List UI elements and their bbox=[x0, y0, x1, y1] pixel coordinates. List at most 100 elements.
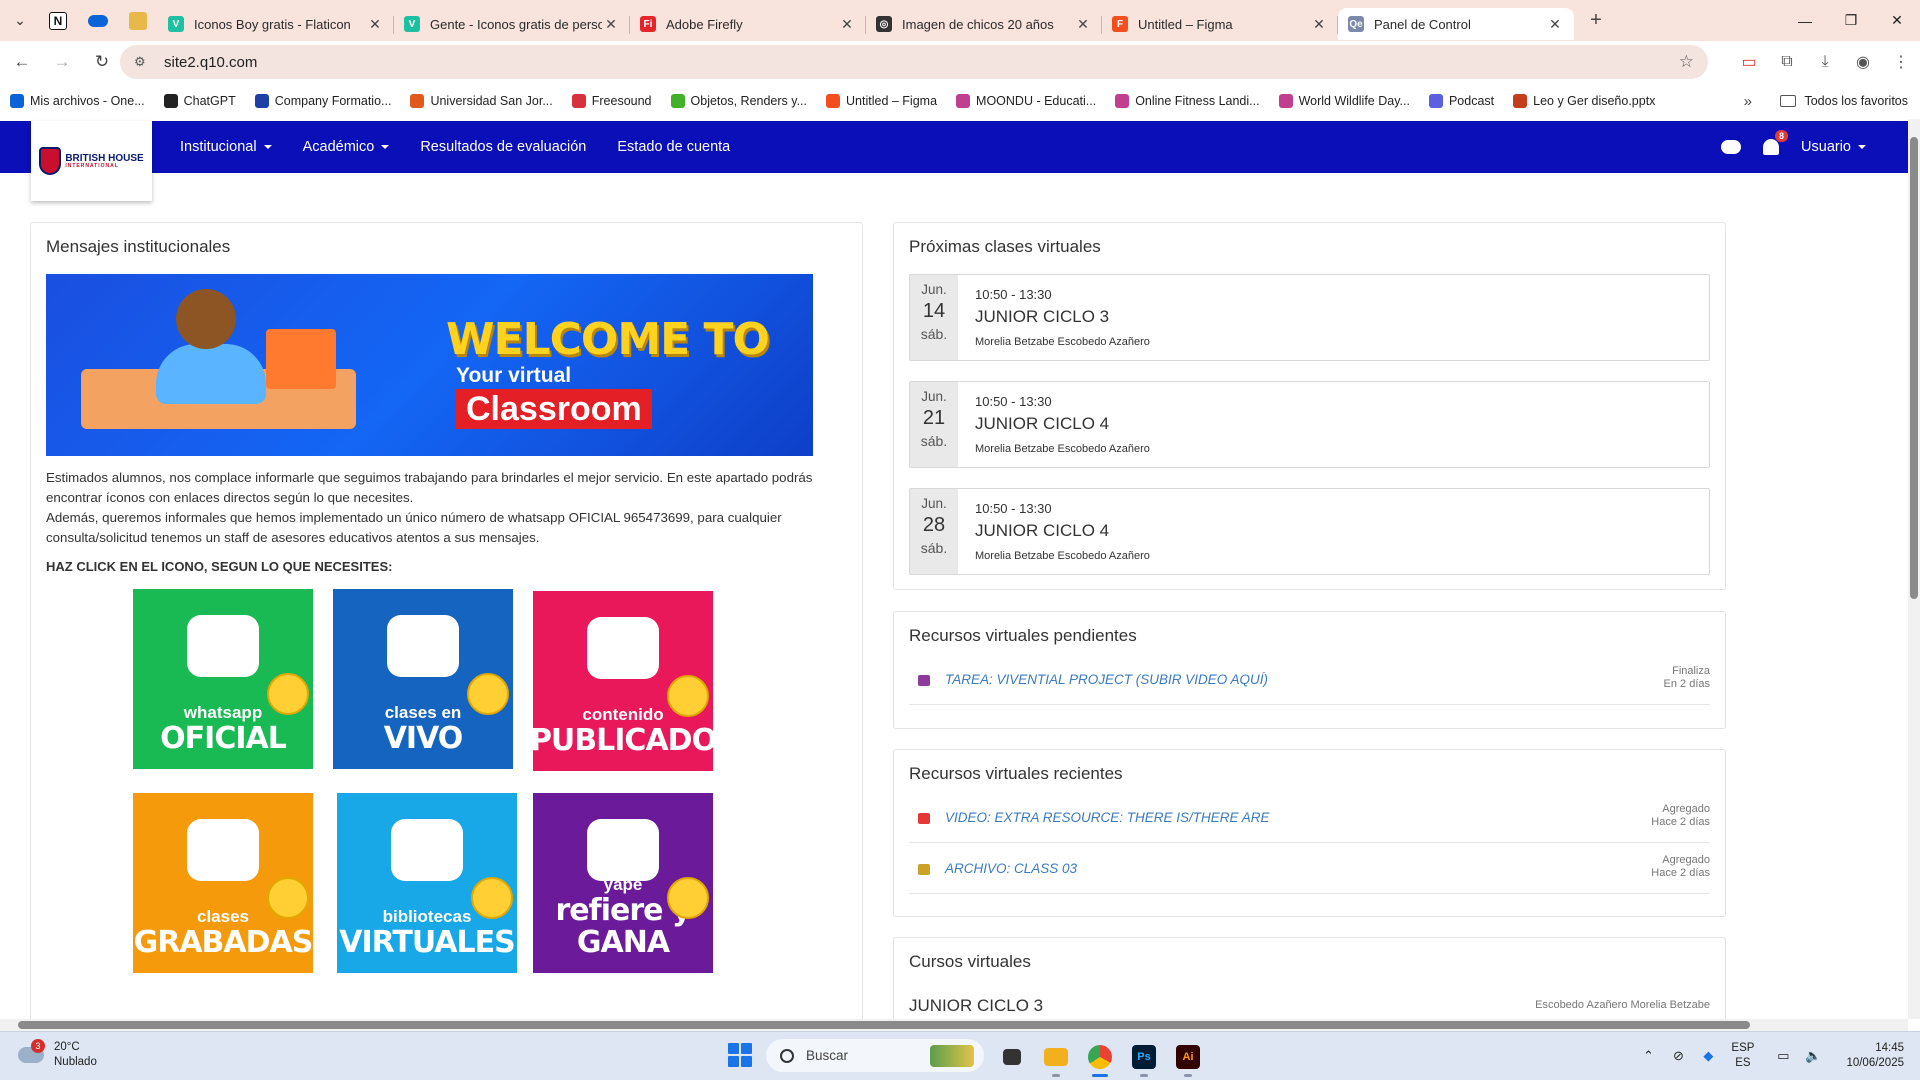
browser-tab[interactable]: ◎ Imagen de chicos 20 años ✕ bbox=[866, 8, 1102, 40]
bookmark-item[interactable]: ChatGPT bbox=[163, 94, 236, 108]
resource-link[interactable]: TAREA: VIVENTIAL PROJECT (SUBIR VIDEO AQ… bbox=[945, 672, 1268, 687]
notifications-button[interactable]: 8 bbox=[1763, 130, 1789, 155]
browser-tab[interactable]: F Untitled – Figma ✕ bbox=[1102, 8, 1338, 40]
resource-link[interactable]: ARCHIVO: CLASS 03 bbox=[945, 861, 1077, 876]
nav-menu-item[interactable]: Académico bbox=[303, 139, 390, 155]
file-explorer-button[interactable] bbox=[1034, 1040, 1078, 1077]
site-info-icon[interactable]: ⚙ bbox=[134, 54, 156, 70]
minimize-button[interactable]: — bbox=[1782, 0, 1828, 41]
forward-button[interactable]: → bbox=[44, 46, 80, 78]
class-card[interactable]: Jun. 14 sáb. 10:50 - 13:30 JUNIOR CICLO 3 Mor… bbox=[909, 274, 1710, 361]
banner-student-illustration bbox=[156, 344, 266, 404]
pinned-tab-photos[interactable] bbox=[118, 5, 158, 37]
shortcut-tile[interactable]: bibliotecas VIRTUALES bbox=[337, 793, 517, 973]
bookmark-item[interactable]: Mis archivos - One... bbox=[10, 94, 145, 108]
shortcut-tile[interactable]: clases en VIVO bbox=[333, 589, 513, 769]
browser-menu-icon[interactable]: ⋮ bbox=[1882, 52, 1920, 72]
bookmark-label: Universidad San Jor... bbox=[430, 94, 553, 108]
vertical-scrollbar[interactable] bbox=[1908, 119, 1920, 1019]
bookmark-favicon bbox=[10, 94, 24, 108]
download-icon[interactable]: ⤓ bbox=[1806, 53, 1844, 71]
network-off-icon[interactable]: ⊘ bbox=[1663, 1048, 1693, 1064]
clock[interactable]: 14:45 10/06/2025 bbox=[1846, 1041, 1904, 1071]
illustrator-button[interactable]: Ai bbox=[1166, 1040, 1210, 1077]
bookmark-star-icon[interactable]: ☆ bbox=[1679, 52, 1694, 72]
reload-button[interactable]: ↻ bbox=[84, 46, 120, 78]
chevron-up-icon[interactable]: ⌃ bbox=[1633, 1048, 1663, 1064]
nav-menu-item[interactable]: Resultados de evaluación bbox=[420, 139, 586, 155]
shortcut-tile[interactable]: whatsapp OFICIAL bbox=[133, 589, 313, 769]
class-card[interactable]: Jun. 21 sáb. 10:50 - 13:30 JUNIOR CICLO 4 Mor… bbox=[909, 381, 1710, 468]
close-tab-icon[interactable]: ✕ bbox=[366, 16, 384, 33]
close-tab-icon[interactable]: ✕ bbox=[602, 16, 620, 33]
resource-link[interactable]: VIDEO: EXTRA RESOURCE: THERE IS/THERE AR… bbox=[945, 810, 1270, 825]
pinned-tab-onedrive[interactable] bbox=[78, 5, 118, 37]
brand-subtitle: INTERNATIONAL bbox=[65, 162, 119, 169]
browser-tab[interactable]: V Gente - Iconos gratis de person ✕ bbox=[394, 8, 630, 40]
shortcut-tile[interactable]: clases GRABADAS bbox=[133, 793, 313, 973]
bookmarks-overflow-icon[interactable]: » bbox=[1744, 93, 1752, 110]
browser-tab[interactable]: Fi Adobe Firefly ✕ bbox=[630, 8, 866, 40]
display-icon[interactable]: ▭ bbox=[1768, 1048, 1798, 1064]
resource-row: VIDEO: EXTRA RESOURCE: THERE IS/THERE AR… bbox=[909, 795, 1710, 843]
chrome-button[interactable] bbox=[1078, 1040, 1122, 1077]
task-view-button[interactable] bbox=[990, 1040, 1034, 1073]
bookmark-item[interactable]: Podcast bbox=[1428, 94, 1494, 108]
bookmark-item[interactable]: Company Formatio... bbox=[254, 94, 391, 108]
tab-search-button[interactable]: ⌄ bbox=[2, 7, 38, 35]
course-link[interactable]: JUNIOR CICLO 3 bbox=[909, 996, 1043, 1016]
start-button[interactable] bbox=[728, 1043, 752, 1067]
page-viewport: Institucional Académico Resultados de eval… bbox=[0, 119, 1920, 1019]
shortcut-tile[interactable]: yape refiere y GANA bbox=[533, 793, 713, 973]
taskbar-search[interactable]: Buscar bbox=[766, 1039, 984, 1072]
browser-tab[interactable]: Qe Panel de Control ✕ bbox=[1338, 8, 1574, 40]
horizontal-scrollbar[interactable] bbox=[0, 1019, 1908, 1031]
pinned-tab-notion[interactable]: N bbox=[38, 5, 78, 37]
close-tab-icon[interactable]: ✕ bbox=[838, 16, 856, 33]
address-bar[interactable]: ⚙ site2.q10.com ☆ bbox=[120, 45, 1708, 79]
vertical-scroll-thumb[interactable] bbox=[1910, 137, 1918, 599]
all-favorites-button[interactable]: Todos los favoritos bbox=[1780, 94, 1908, 108]
cast-icon[interactable]: ▭ bbox=[1730, 52, 1768, 72]
bookmark-item[interactable]: Online Fitness Landi... bbox=[1115, 94, 1260, 108]
site-logo[interactable]: BRITISH HOUSE INTERNATIONAL bbox=[31, 121, 152, 201]
bookmark-item[interactable]: Universidad San Jor... bbox=[410, 94, 553, 108]
close-tab-icon[interactable]: ✕ bbox=[1074, 16, 1092, 33]
bookmark-item[interactable]: Untitled – Figma bbox=[826, 94, 937, 108]
close-window-button[interactable]: ✕ bbox=[1874, 0, 1920, 41]
back-button[interactable]: ← bbox=[4, 46, 40, 78]
language-indicator[interactable]: ESP ES bbox=[1731, 1041, 1754, 1071]
profile-avatar[interactable]: ◉ bbox=[1844, 52, 1882, 72]
bookmark-item[interactable]: Leo y Ger diseño.pptx bbox=[1513, 94, 1655, 108]
nav-menu-item[interactable]: Estado de cuenta bbox=[617, 139, 730, 155]
bookmark-item[interactable]: MOONDU - Educati... bbox=[956, 94, 1096, 108]
chat-icon[interactable] bbox=[1721, 140, 1742, 154]
photoshop-button[interactable]: Ps bbox=[1122, 1040, 1166, 1077]
close-tab-icon[interactable]: ✕ bbox=[1546, 16, 1564, 33]
new-tab-button[interactable]: + bbox=[1580, 9, 1612, 32]
browser-tab[interactable]: V Iconos Boy gratis - Flaticon ✕ bbox=[158, 8, 394, 40]
class-card[interactable]: Jun. 28 sáb. 10:50 - 13:30 JUNIOR CICLO 4 Mor… bbox=[909, 488, 1710, 575]
security-icon[interactable]: ◆ bbox=[1693, 1048, 1723, 1064]
volume-icon[interactable]: 🔈 bbox=[1798, 1048, 1828, 1064]
address-text: site2.q10.com bbox=[164, 53, 258, 71]
shortcut-tile[interactable]: contenido PUBLICADO bbox=[533, 591, 713, 771]
restore-button[interactable]: ❐ bbox=[1828, 0, 1874, 41]
tile-illustration-icon bbox=[587, 617, 659, 679]
paperclip-icon bbox=[918, 864, 930, 875]
extensions-icon[interactable]: ⧉ bbox=[1768, 53, 1806, 71]
tab-title: Iconos Boy gratis - Flaticon bbox=[194, 16, 351, 32]
bookmark-item[interactable]: Objetos, Renders y... bbox=[670, 94, 807, 108]
class-weekday: sáb. bbox=[920, 326, 948, 342]
bookmark-item[interactable]: World Wildlife Day... bbox=[1278, 94, 1410, 108]
weather-widget[interactable]: 3 20°C Nublado bbox=[18, 1039, 97, 1070]
horizontal-scroll-thumb[interactable] bbox=[18, 1021, 1750, 1029]
bookmark-item[interactable]: Freesound bbox=[571, 94, 652, 108]
close-tab-icon[interactable]: ✕ bbox=[1310, 16, 1328, 33]
navbar-right: 8 Usuario bbox=[1721, 121, 1866, 173]
nav-menu-item[interactable]: Institucional bbox=[180, 139, 272, 155]
user-menu[interactable]: Usuario bbox=[1801, 139, 1866, 155]
chevron-down-icon bbox=[381, 145, 390, 149]
class-name: JUNIOR CICLO 3 bbox=[975, 307, 1110, 326]
pending-resources-panel: Recursos virtuales pendientes TAREA: VIV… bbox=[893, 611, 1726, 729]
